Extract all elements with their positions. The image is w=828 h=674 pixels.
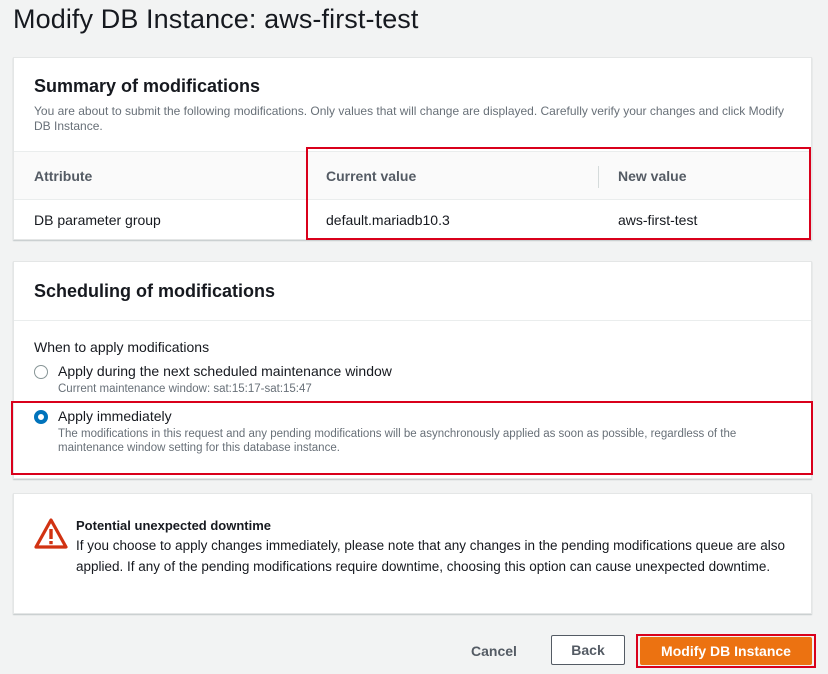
column-header-attribute: Attribute	[34, 167, 93, 184]
radio-label-maintenance-window[interactable]: Apply during the next scheduled maintena…	[58, 363, 392, 379]
cancel-button[interactable]: Cancel	[452, 636, 536, 666]
scheduling-header: Scheduling of modifications	[14, 262, 811, 321]
warning-triangle-icon	[34, 518, 68, 549]
warning-body: If you choose to apply changes immediate…	[76, 538, 785, 574]
highlight-box-values	[306, 147, 811, 240]
highlight-box-apply-immediately	[11, 401, 813, 475]
downtime-warning-alert: Potential unexpected downtime If you cho…	[13, 493, 812, 614]
page-title: Modify DB Instance: aws-first-test	[13, 4, 419, 34]
radio-description-maintenance-window: Current maintenance window: sat:15:17-sa…	[58, 383, 312, 395]
radio-button-maintenance-window[interactable]	[34, 365, 48, 379]
warning-title: Potential unexpected downtime	[76, 518, 272, 533]
scheduling-title: Scheduling of modifications	[34, 281, 276, 301]
cell-attribute: DB parameter group	[34, 212, 161, 228]
summary-description: You are about to submit the following mo…	[34, 104, 784, 133]
back-button[interactable]: Back	[551, 635, 625, 665]
summary-header: Summary of modifications You are about t…	[14, 58, 811, 152]
summary-title: Summary of modifications	[34, 76, 261, 96]
highlight-box-submit	[636, 634, 816, 668]
apply-field-label: When to apply modifications	[34, 339, 210, 355]
